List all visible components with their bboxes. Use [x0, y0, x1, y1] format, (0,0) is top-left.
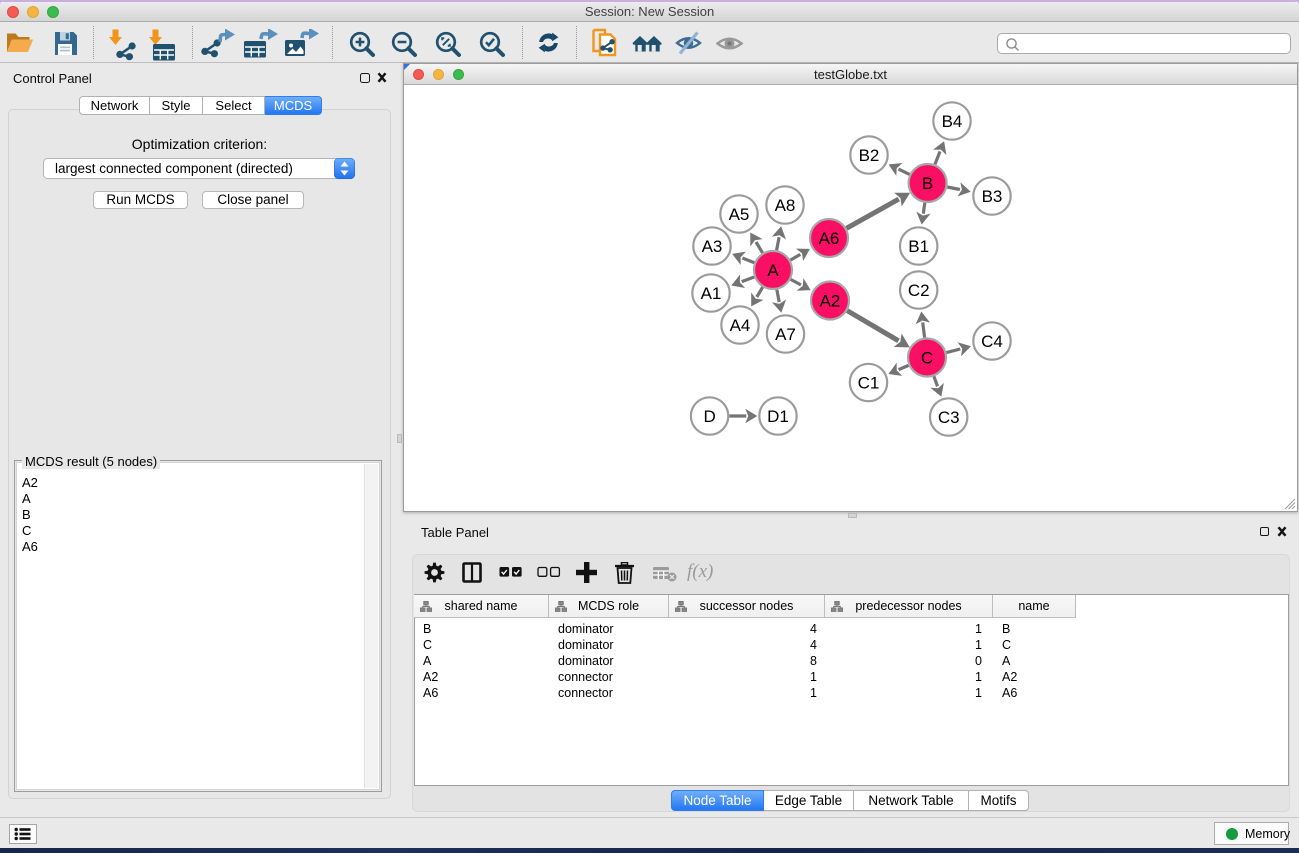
svg-text:A2: A2: [820, 292, 841, 311]
svg-text:D: D: [703, 407, 715, 426]
svg-text:A5: A5: [729, 205, 750, 224]
svg-text:C4: C4: [981, 332, 1003, 351]
svg-text:C2: C2: [908, 281, 930, 300]
svg-text:D1: D1: [767, 407, 789, 426]
svg-text:B4: B4: [942, 112, 963, 131]
svg-text:A7: A7: [775, 325, 796, 344]
svg-text:A: A: [767, 261, 779, 280]
svg-text:A8: A8: [775, 196, 796, 215]
svg-text:A3: A3: [702, 237, 723, 256]
svg-text:B1: B1: [908, 237, 929, 256]
svg-text:A6: A6: [819, 229, 840, 248]
svg-text:A1: A1: [701, 284, 722, 303]
svg-text:B: B: [922, 174, 933, 193]
svg-text:C1: C1: [858, 374, 880, 393]
svg-text:B2: B2: [859, 146, 880, 165]
svg-text:B3: B3: [982, 187, 1003, 206]
svg-text:A4: A4: [730, 316, 751, 335]
svg-text:C: C: [921, 349, 933, 368]
svg-text:C3: C3: [938, 408, 960, 427]
